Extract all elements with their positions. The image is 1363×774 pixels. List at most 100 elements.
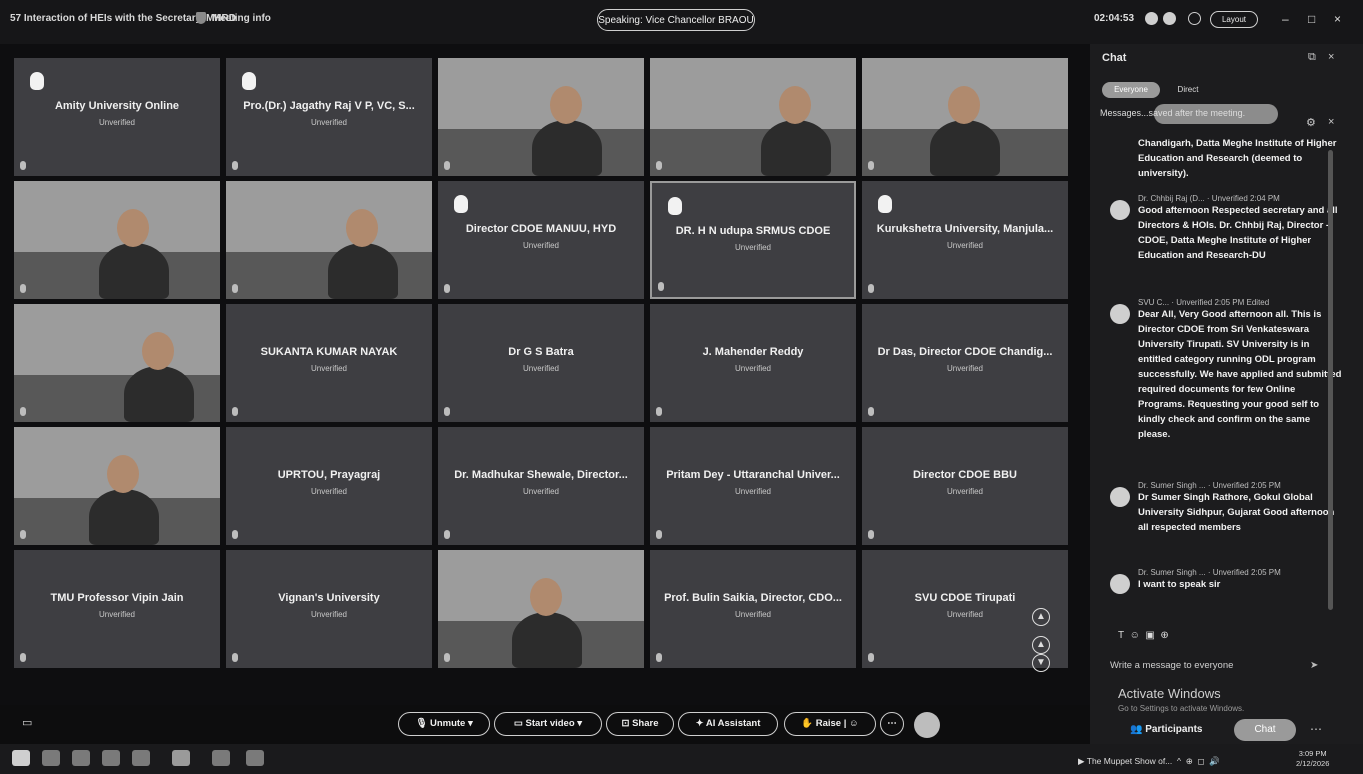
app-icon[interactable] — [246, 750, 264, 766]
tab-everyone[interactable]: Everyone — [1102, 82, 1160, 98]
maximize-icon[interactable]: □ — [1308, 12, 1315, 26]
verification-status: Unverified — [946, 364, 983, 373]
verification-status: Unverified — [734, 487, 771, 496]
shield-icon[interactable] — [196, 12, 206, 24]
scroll-page-up-icon[interactable]: ▲ — [1032, 636, 1050, 654]
chat-scrollbar[interactable] — [1328, 150, 1333, 610]
video-tile[interactable] — [14, 181, 220, 299]
scroll-page-down-icon[interactable]: ▼ — [1032, 654, 1050, 672]
popout-icon[interactable]: ⧉ — [1308, 51, 1316, 64]
search-icon[interactable] — [1188, 12, 1201, 25]
mic-muted-icon — [232, 653, 238, 662]
meeting-timer: 02:04:53 — [1094, 13, 1135, 24]
video-backdrop — [14, 181, 220, 252]
mic-muted-icon — [444, 161, 450, 170]
end-meeting-icon[interactable] — [914, 712, 940, 738]
chrome-icon[interactable] — [72, 750, 90, 766]
video-tile[interactable] — [14, 427, 220, 545]
more-options-button[interactable]: ⋯ — [880, 712, 904, 736]
participant-tile[interactable]: Prof. Bulin Saikia, Director, CDO... Unve… — [650, 550, 856, 668]
participant-tile[interactable]: Dr. Madhukar Shewale, Director... Unverif… — [438, 427, 644, 545]
send-icon[interactable]: ➤ — [1310, 660, 1318, 671]
participant-head — [948, 86, 980, 124]
close-window-icon[interactable]: × — [1334, 12, 1341, 26]
more-icon[interactable]: ⋯ — [1310, 722, 1322, 736]
video-tile[interactable] — [862, 58, 1068, 176]
terminal-icon[interactable] — [212, 750, 230, 766]
participant-tile[interactable]: Amity University Online Unverified — [14, 58, 220, 176]
chat-message-fragment: Chandigarh, Datta Meghe Institute of Hig… — [1138, 138, 1337, 179]
participant-tile[interactable]: SUKANTA KUMAR NAYAK Unverified — [226, 304, 432, 422]
participant-tile[interactable]: Kurukshetra University, Manjula... Unveri… — [862, 181, 1068, 299]
scroll-up-icon[interactable]: ▲ — [1032, 608, 1050, 626]
participant-head — [346, 209, 378, 247]
mic-muted-icon — [656, 161, 662, 170]
participant-tile[interactable]: J. Mahender Reddy Unverified — [650, 304, 856, 422]
tab-direct[interactable]: Direct — [1168, 82, 1208, 98]
participant-tile[interactable]: Pro.(Dr.) Jagathy Raj V P, VC, S... Unver… — [226, 58, 432, 176]
meeting-info-link[interactable]: Meeting info — [212, 13, 271, 24]
video-tile[interactable] — [14, 304, 220, 422]
verification-status: Unverified — [946, 487, 983, 496]
video-backdrop — [438, 58, 644, 129]
chat-message: Dr. Chhbij Raj (D... · Unverified 2:04 P… — [1110, 194, 1342, 263]
video-tile[interactable] — [438, 550, 644, 668]
start-video-button[interactable]: ▭ Start video ▾ — [494, 712, 602, 736]
recording-icon[interactable] — [1163, 12, 1176, 25]
participant-tile[interactable]: Dr Das, Director CDOE Chandig... Unverifi… — [862, 304, 1068, 422]
video-tile[interactable] — [438, 58, 644, 176]
participant-tile[interactable]: Dr G S Batra Unverified — [438, 304, 644, 422]
minimize-icon[interactable]: – — [1282, 12, 1289, 26]
dismiss-notice-icon[interactable]: × — [1328, 116, 1334, 128]
edge-icon[interactable] — [132, 750, 150, 766]
participant-tile[interactable]: TMU Professor Vipin Jain Unverified — [14, 550, 220, 668]
layout-button[interactable]: Layout — [1210, 11, 1258, 28]
mic-muted-icon — [444, 284, 450, 293]
mic-muted-icon — [20, 653, 26, 662]
zoom-app-icon[interactable] — [172, 750, 190, 766]
participant-tile[interactable]: Vignan's University Unverified — [226, 550, 432, 668]
raised-hand-icon — [878, 195, 892, 213]
mic-muted-icon — [656, 653, 662, 662]
chat-title: Chat — [1102, 52, 1127, 64]
participant-figure — [99, 243, 169, 299]
close-chat-icon[interactable]: × — [1328, 51, 1334, 63]
video-tile[interactable] — [226, 181, 432, 299]
verification-status: Unverified — [734, 364, 771, 373]
now-playing[interactable]: ▶ The Muppet Show of... ^ ⊕ ◻ 🔊 — [1078, 756, 1220, 767]
participant-tile[interactable]: Director CDOE BBU Unverified — [862, 427, 1068, 545]
raise-hand-button[interactable]: ✋ Raise | ☺ — [784, 712, 876, 736]
participant-tile[interactable]: DR. H N udupa SRMUS CDOE Unverified — [650, 181, 856, 299]
windows-start-icon[interactable] — [12, 750, 30, 766]
chat-button[interactable]: Chat — [1234, 719, 1296, 741]
participant-figure — [124, 366, 194, 422]
format-icons[interactable]: T ☺ ▣ ⊕ — [1118, 630, 1169, 641]
ai-assistant-button[interactable]: ✦ AI Assistant — [678, 712, 778, 736]
mic-muted-icon — [444, 653, 450, 662]
participant-tile[interactable]: Director CDOE MANUU, HYD Unverified — [438, 181, 644, 299]
verification-status: Unverified — [310, 118, 347, 127]
participant-name: SVU CDOE Tirupati — [914, 592, 1016, 604]
captions-icon[interactable]: ▭ — [22, 716, 32, 729]
chat-input[interactable]: Write a message to everyone — [1110, 660, 1233, 671]
network-icon[interactable] — [1145, 12, 1158, 25]
settings-icon[interactable]: ⚙ — [1306, 116, 1316, 129]
participant-tile[interactable]: UPRTOU, Prayagraj Unverified — [226, 427, 432, 545]
verification-status: Unverified — [734, 610, 771, 619]
verification-status: Unverified — [734, 243, 771, 252]
video-tile[interactable] — [650, 58, 856, 176]
chat-message-list[interactable]: Chandigarh, Datta Meghe Institute of Hig… — [1090, 136, 1348, 626]
mic-muted-icon — [20, 161, 26, 170]
participant-name: Director CDOE MANUU, HYD — [465, 223, 617, 235]
file-explorer-icon[interactable] — [102, 750, 120, 766]
share-button[interactable]: ⊡ Share — [606, 712, 674, 736]
participant-head — [779, 86, 811, 124]
participants-button[interactable]: 👥 Participants — [1130, 724, 1202, 735]
video-backdrop — [14, 304, 220, 375]
system-clock[interactable]: 3:09 PM 2/12/2026 — [1296, 749, 1329, 769]
unmute-button[interactable]: 🎙 Unmute ▾ — [398, 712, 490, 736]
chat-message: Dr. Sumer Singh ... · Unverified 2:05 PM… — [1110, 568, 1342, 594]
participant-tile[interactable]: Pritam Dey - Uttaranchal Univer... Unveri… — [650, 427, 856, 545]
task-view-icon[interactable] — [42, 750, 60, 766]
verification-status: Unverified — [310, 610, 347, 619]
